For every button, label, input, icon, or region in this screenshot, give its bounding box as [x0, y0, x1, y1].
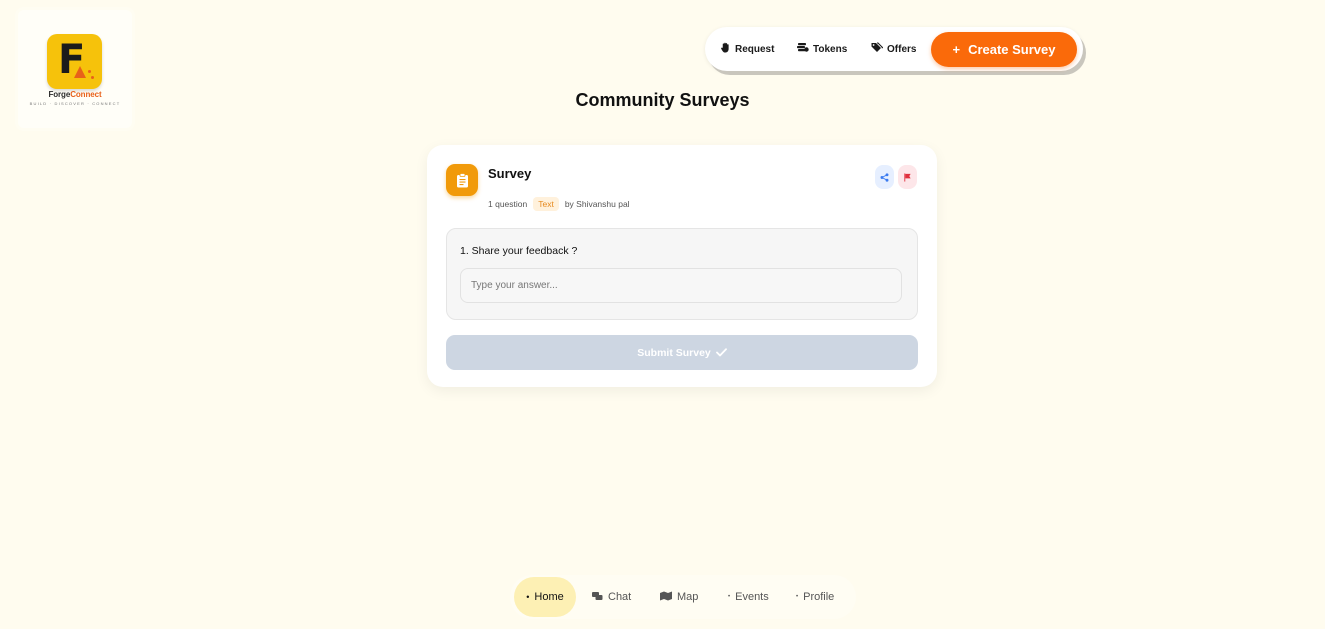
bottom-nav-home-label: Home	[534, 591, 564, 603]
report-button[interactable]	[898, 165, 917, 189]
clipboard-icon	[446, 164, 478, 196]
bottom-nav-events-label: Events	[735, 591, 769, 603]
survey-author: by Shivanshu pal	[564, 199, 630, 209]
events-icon: •	[728, 594, 731, 600]
logo-tile: F	[47, 34, 102, 89]
profile-icon: •	[796, 594, 799, 600]
top-nav: Request Tokens Offers + Create Survey	[705, 27, 1083, 71]
page-title: Community Surveys	[575, 90, 750, 110]
bottom-nav-profile[interactable]: • Profile	[796, 577, 834, 617]
survey-title: Survey	[488, 166, 532, 181]
answer-input[interactable]	[460, 268, 902, 303]
question-label: 1. Share your feedback ?	[460, 245, 578, 257]
survey-card: Survey 1 question Text by Shivanshu pal …	[427, 145, 937, 387]
tags-icon	[871, 42, 884, 56]
nav-tokens-label: Tokens	[813, 43, 848, 55]
nav-request[interactable]: Request	[720, 41, 774, 57]
bottom-nav-map-label: Map	[677, 591, 699, 603]
submit-survey-button[interactable]: Submit Survey	[446, 335, 918, 370]
share-icon	[880, 172, 889, 182]
survey-meta: 1 question Text by Shivanshu pal	[488, 197, 630, 211]
flag-icon	[904, 172, 911, 182]
nav-request-label: Request	[735, 43, 775, 55]
question-block: 1. Share your feedback ?	[446, 228, 918, 320]
bottom-nav-chat-label: Chat	[608, 591, 632, 603]
bottom-nav-home[interactable]: • Home	[514, 577, 576, 617]
coins-icon	[797, 42, 809, 56]
share-button[interactable]	[875, 165, 894, 189]
bottom-nav-events[interactable]: • Events	[728, 577, 769, 617]
nav-tokens[interactable]: Tokens	[797, 41, 847, 57]
hand-icon	[720, 42, 731, 56]
bottom-nav-map[interactable]: Map	[660, 577, 698, 617]
bottom-nav: • Home Chat Map • Events • Profile	[510, 575, 856, 619]
spark-icon	[88, 70, 91, 73]
nav-offers[interactable]: Offers	[871, 41, 916, 57]
nav-offers-label: Offers	[887, 43, 917, 55]
map-icon	[660, 591, 672, 603]
type-badge: Text	[533, 197, 559, 211]
spark-icon	[91, 76, 94, 79]
question-count: 1 question	[488, 199, 528, 209]
create-survey-label: Create Survey	[968, 42, 1056, 57]
flame-icon	[74, 66, 86, 78]
bottom-nav-chat[interactable]: Chat	[592, 577, 631, 617]
plus-icon: +	[952, 42, 961, 57]
home-icon: •	[526, 592, 530, 602]
check-icon	[715, 348, 727, 357]
create-survey-button[interactable]: + Create Survey	[931, 32, 1077, 67]
chat-icon	[592, 591, 603, 603]
submit-survey-label: Submit Survey	[637, 346, 711, 359]
bottom-nav-profile-label: Profile	[803, 591, 835, 603]
